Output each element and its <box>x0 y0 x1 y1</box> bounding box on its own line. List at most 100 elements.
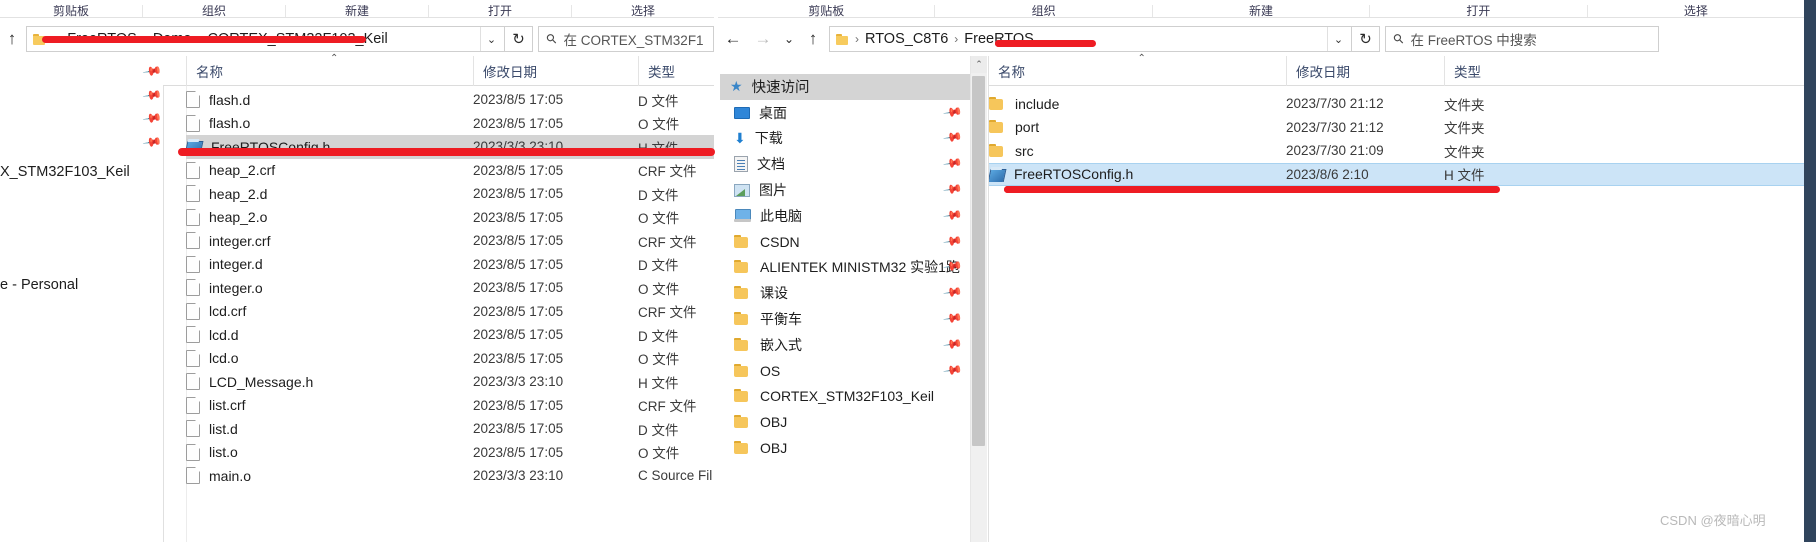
table-row[interactable]: heap_2.d 2023/8/5 17:05 D 文件 <box>186 182 714 206</box>
right-column-date[interactable]: 修改日期 <box>1286 55 1444 86</box>
pin-icon[interactable]: 📌 <box>943 128 964 149</box>
pin-icon[interactable]: 📌 <box>943 154 964 175</box>
table-row[interactable]: flash.o 2023/8/5 17:05 O 文件 <box>186 112 714 136</box>
ribbon-group-organize[interactable]: 组织 <box>142 5 285 17</box>
pin-icon[interactable]: 📌 <box>943 102 964 123</box>
table-row[interactable]: src 2023/7/30 21:09 文件夹 <box>989 139 1804 163</box>
table-row[interactable]: integer.o 2023/8/5 17:05 O 文件 <box>186 276 714 300</box>
ribbon-group-open-right[interactable]: 打开 <box>1369 5 1586 17</box>
left-column-type[interactable]: 类型 <box>638 55 714 86</box>
sidebar-item-[interactable]: 文档 📌 <box>720 151 970 177</box>
sidebar-item-obj[interactable]: OBJ <box>720 435 970 461</box>
left-refresh-button[interactable]: ↻ <box>505 26 533 52</box>
file-date-cell: 2023/8/5 17:05 <box>473 115 564 131</box>
right-history-dropdown[interactable]: ⌄ <box>778 24 800 54</box>
sidebar-item-csdn[interactable]: CSDN 📌 <box>720 229 970 255</box>
left-address-dropdown[interactable]: ⌄ <box>480 27 502 51</box>
sidebar-item-[interactable]: ⬇ 下载 📌 <box>720 126 970 152</box>
sidebar-item-cortex-stm32f103-keil[interactable]: CORTEX_STM32F103_Keil <box>720 384 970 410</box>
sidebar-item-obj[interactable]: OBJ <box>720 409 970 435</box>
scroll-up-icon[interactable]: ⌃ <box>971 56 987 73</box>
left-file-list[interactable]: flash.d 2023/8/5 17:05 D 文件 flash.o 2023/8/5… <box>186 88 714 542</box>
table-row[interactable]: lcd.o 2023/8/5 17:05 O 文件 <box>186 347 714 371</box>
table-row[interactable]: include 2023/7/30 21:12 文件夹 <box>989 92 1804 116</box>
right-address-dropdown[interactable]: ⌄ <box>1327 27 1349 51</box>
table-row[interactable]: list.o 2023/8/5 17:05 O 文件 <box>186 441 714 465</box>
right-column-name[interactable]: 名称 ⌃ <box>989 53 1286 86</box>
left-search-box[interactable]: ⚲ 在 CORTEX_STM32F1 <box>538 26 714 52</box>
table-row[interactable]: heap_2.o 2023/8/5 17:05 O 文件 <box>186 206 714 230</box>
file-type-cell: D 文件 <box>638 187 679 203</box>
file-name-label: integer.d <box>209 256 263 273</box>
table-row[interactable]: lcd.d 2023/8/5 17:05 D 文件 <box>186 323 714 347</box>
table-row[interactable]: lcd.crf 2023/8/5 17:05 CRF 文件 <box>186 300 714 324</box>
file-date-cell: 2023/7/30 21:12 <box>1286 96 1384 112</box>
pin-icon[interactable]: 📌 <box>943 231 964 252</box>
sidebar-item-[interactable]: 课设 📌 <box>720 280 970 306</box>
right-up-button[interactable]: ↑ <box>800 24 826 54</box>
ribbon-group-new-right[interactable]: 新建 <box>1151 5 1369 17</box>
file-type-cell: CRF 文件 <box>638 234 697 250</box>
right-search-box[interactable]: ⚲ 在 FreeRTOS 中搜索 <box>1385 26 1659 52</box>
left-column-name[interactable]: 名称 ⌃ <box>186 52 473 86</box>
pin-icon[interactable]: 📌 <box>943 205 964 226</box>
table-row[interactable]: heap_2.crf 2023/8/5 17:05 CRF 文件 <box>186 159 714 183</box>
ribbon-group-select[interactable]: 选择 <box>571 5 714 17</box>
sidebar-item-label: CORTEX_STM32F103_Keil <box>760 388 935 405</box>
table-row[interactable]: FreeRTOSConfig.h 2023/8/6 2:10 H 文件 <box>989 162 1804 186</box>
sidebar-item-[interactable]: 桌面 📌 <box>720 100 970 126</box>
file-icon <box>186 91 200 109</box>
file-icon <box>186 232 200 250</box>
sidebar-item-os[interactable]: OS 📌 <box>720 358 970 384</box>
nav-header-quick-access[interactable]: ★ 快速访问 <box>720 74 970 100</box>
file-name-cell: include <box>989 96 1286 112</box>
quick-access-nav-pane[interactable]: ★ 快速访问 桌面 📌 ⬇ 下载 📌 文档 📌 图片 📌 此电脑 📌 CSDN 📌 ALIENTEK MINI… <box>720 74 970 542</box>
file-date-cell: 2023/3/3 23:10 <box>473 374 564 390</box>
right-file-list[interactable]: include 2023/7/30 21:12 文件夹 port 2023/7/30 2… <box>989 92 1804 212</box>
sidebar-item-[interactable]: 图片 📌 <box>720 177 970 203</box>
table-row[interactable]: port 2023/7/30 21:12 文件夹 <box>989 116 1804 140</box>
file-date-cell: 2023/3/3 23:10 <box>473 468 564 484</box>
file-name-cell: main.o <box>186 467 473 485</box>
table-row[interactable]: LCD_Message.h 2023/3/3 23:10 H 文件 <box>186 370 714 394</box>
breadcrumb-item-rtos-c8t6[interactable]: RTOS_C8T6 <box>862 30 951 48</box>
ribbon-group-clipboard-right[interactable]: 剪贴板 <box>718 5 934 17</box>
download-icon: ⬇ <box>734 130 746 147</box>
table-row[interactable]: integer.d 2023/8/5 17:05 D 文件 <box>186 253 714 277</box>
table-row[interactable]: list.d 2023/8/5 17:05 D 文件 <box>186 417 714 441</box>
sidebar-item-alientek-ministm32-1[interactable]: ALIENTEK MINISTM32 实验1跑 📌 <box>720 255 970 281</box>
file-name-label: list.d <box>209 420 238 437</box>
table-row[interactable]: flash.d 2023/8/5 17:05 D 文件 <box>186 88 714 112</box>
pin-icon[interactable]: 📌 <box>943 283 964 304</box>
file-name-cell: heap_2.crf <box>186 161 473 179</box>
file-date-cell: 2023/7/30 21:09 <box>1286 143 1384 159</box>
ribbon-group-open[interactable]: 打开 <box>428 5 571 17</box>
sidebar-item-[interactable]: 嵌入式 📌 <box>720 332 970 358</box>
ribbon-group-clipboard[interactable]: 剪贴板 <box>0 5 142 17</box>
pin-icon[interactable]: 📌 <box>943 334 964 355</box>
pin-icon[interactable]: 📌 <box>943 308 964 329</box>
sidebar-item-label: 桌面 <box>759 104 787 121</box>
pin-icon[interactable]: 📌 <box>943 360 964 381</box>
left-column-date[interactable]: 修改日期 <box>473 55 638 86</box>
left-up-button[interactable]: ↑ <box>0 24 24 54</box>
table-row[interactable]: integer.crf 2023/8/5 17:05 CRF 文件 <box>186 229 714 253</box>
ribbon-group-new[interactable]: 新建 <box>285 5 428 17</box>
sidebar-item-[interactable]: 平衡车 📌 <box>720 306 970 332</box>
ribbon-group-select-right[interactable]: 选择 <box>1586 5 1804 17</box>
nav-scroll-thumb[interactable] <box>972 76 985 446</box>
right-address-bar[interactable]: › RTOS_C8T6 › FreeRTOS ⌄ <box>829 26 1352 52</box>
right-refresh-button[interactable]: ↻ <box>1352 26 1380 52</box>
table-row[interactable]: main.o 2023/3/3 23:10 C Source Fil <box>186 464 714 488</box>
pin-icon[interactable]: 📌 <box>943 179 964 200</box>
right-back-button[interactable]: ← <box>718 24 748 54</box>
sidebar-item-[interactable]: 此电脑 📌 <box>720 203 970 229</box>
folder-icon <box>734 337 751 352</box>
table-row[interactable]: list.crf 2023/8/5 17:05 CRF 文件 <box>186 394 714 418</box>
ribbon-group-organize-right[interactable]: 组织 <box>934 5 1151 17</box>
nav-pane-scrollbar[interactable]: ⌃ <box>970 56 987 542</box>
sort-ascending-icon: ⌃ <box>330 52 339 64</box>
file-icon <box>186 373 200 391</box>
right-column-type[interactable]: 类型 <box>1444 55 1564 86</box>
file-name-cell: integer.o <box>186 279 473 297</box>
